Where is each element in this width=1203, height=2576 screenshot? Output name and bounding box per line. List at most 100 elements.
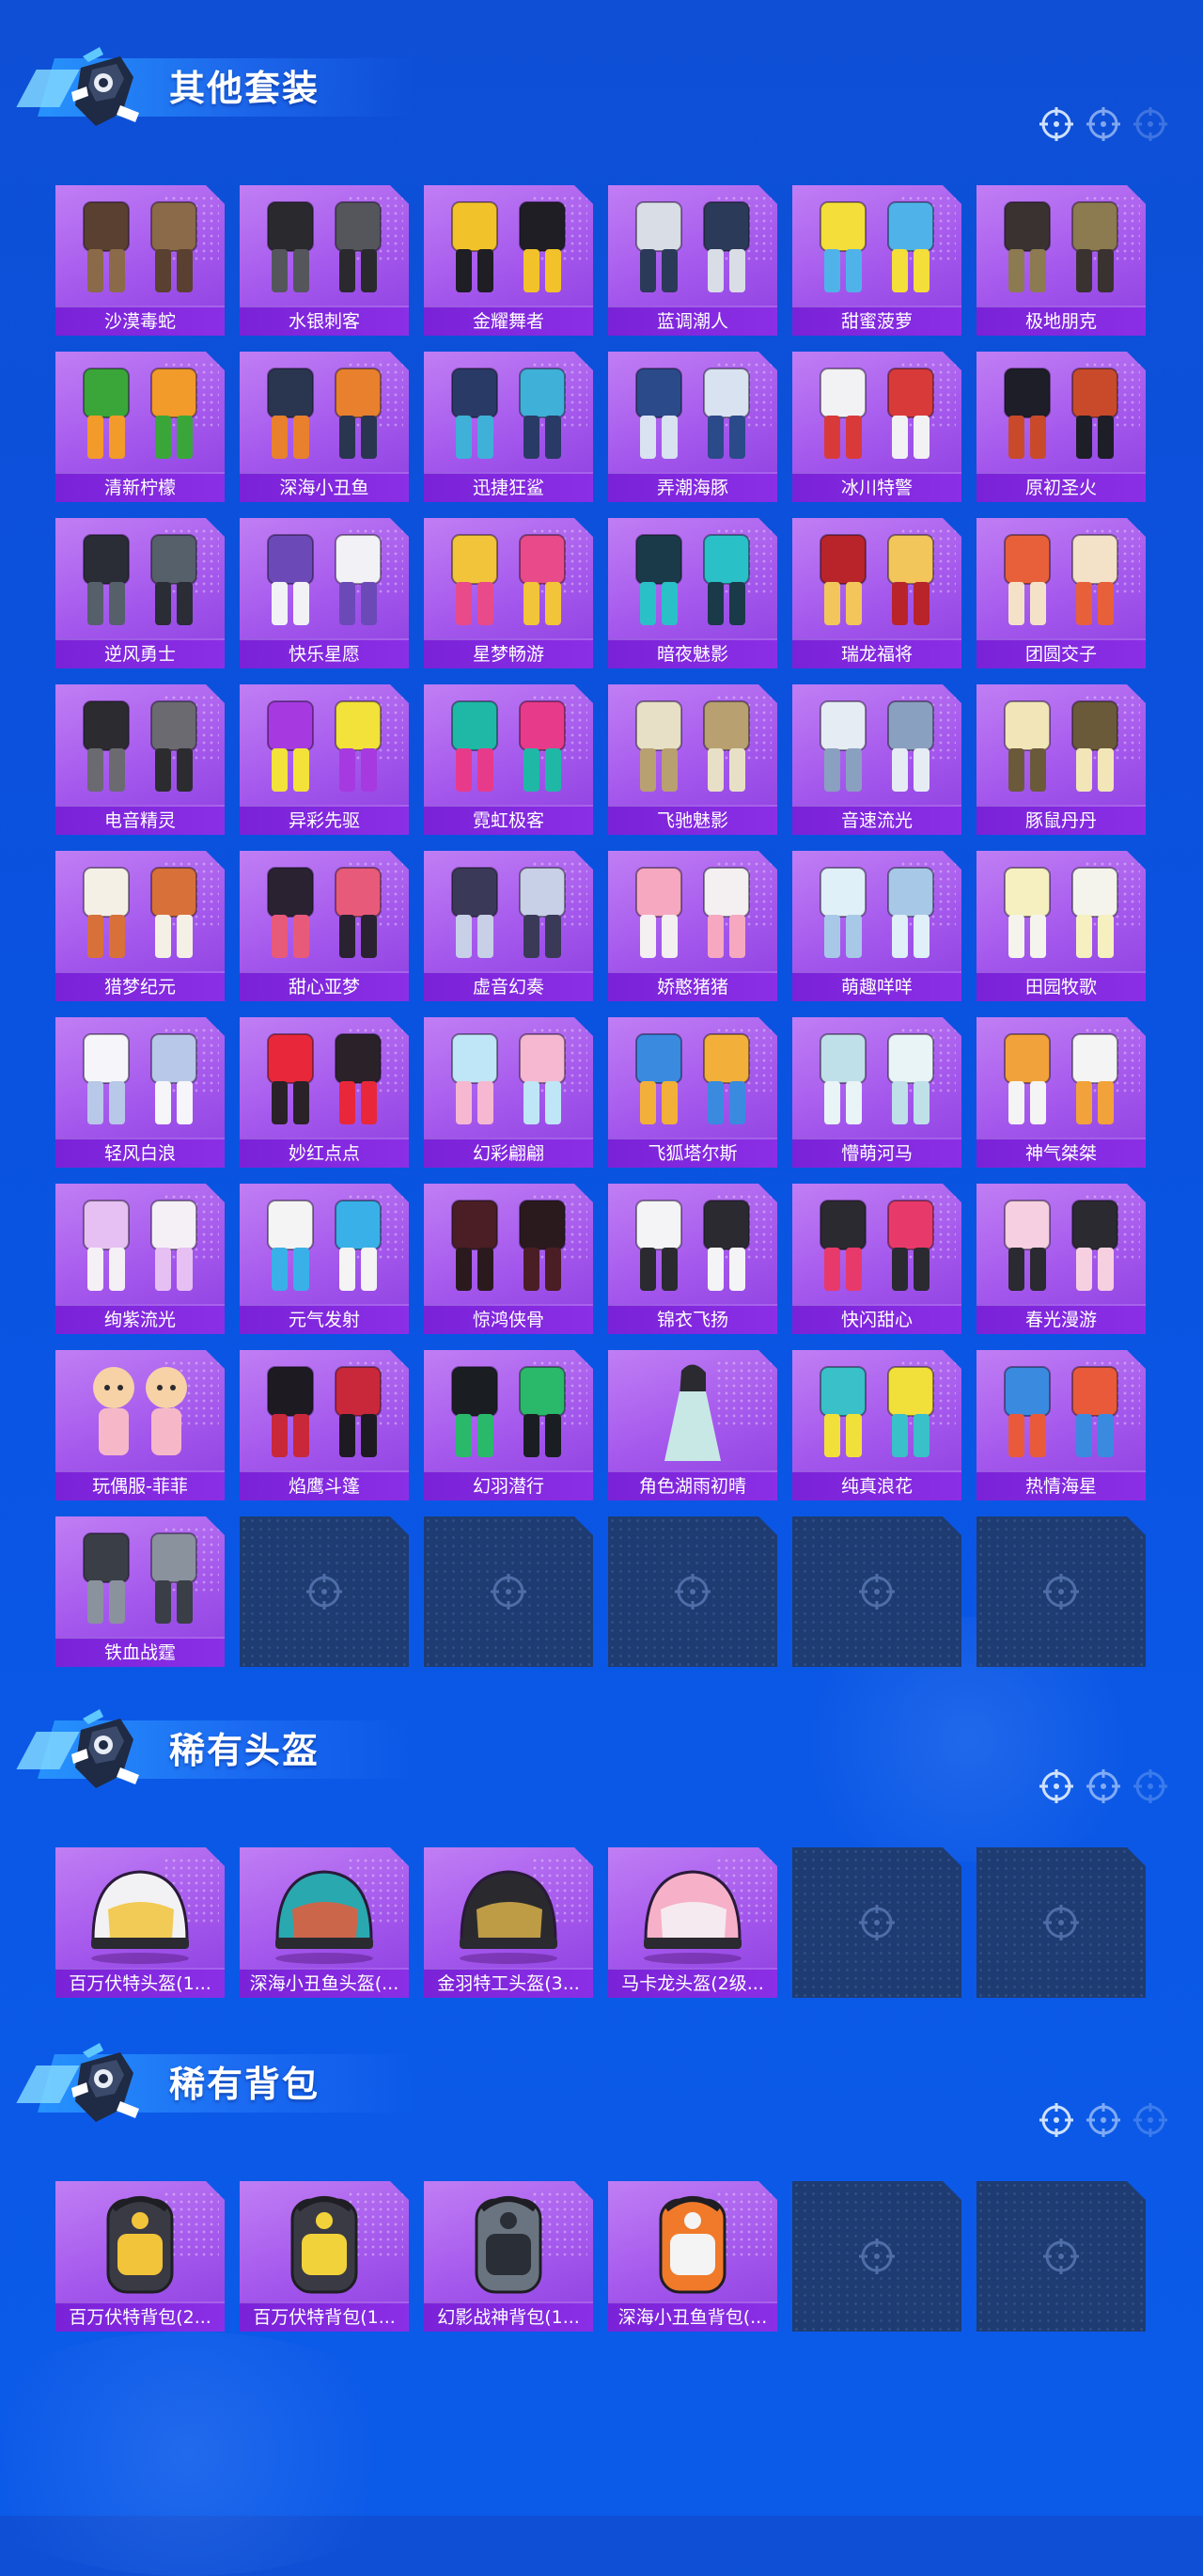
item-card[interactable]: 角色湖雨初晴 [608,1350,777,1500]
item-card[interactable]: 百万伏特背包(2... [55,2181,225,2332]
item-card[interactable]: 轻风白浪 [55,1017,225,1168]
item-card[interactable]: 懵萌河马 [792,1017,961,1168]
outfit-image [820,700,934,792]
outfit-image [1004,201,1118,292]
item-name: 音速流光 [792,805,961,835]
item-card[interactable]: 热情海星 [976,1350,1146,1500]
item-card[interactable]: 飞狐塔尔斯 [608,1017,777,1168]
section-title: 其他套装 [169,68,320,109]
outfit-image [83,700,197,792]
outfit-image [267,700,382,792]
item-card[interactable]: 元气发射 [240,1184,409,1334]
item-card[interactable]: 霓虹极客 [424,684,593,835]
outfit-image [83,1033,197,1124]
item-card[interactable]: 快闪甜心 [792,1184,961,1334]
item-card[interactable]: 极地朋克 [976,185,1146,336]
item-card[interactable]: 飞驰魅影 [608,684,777,835]
item-card[interactable]: 金羽特工头盔(3... [424,1847,593,1998]
item-card[interactable]: 迅捷狂鲨 [424,352,593,502]
item-name: 霓虹极客 [424,805,593,835]
crosshair-icon [1133,1769,1167,1803]
empty-slot [424,1516,593,1667]
item-name: 热情海星 [976,1470,1146,1500]
item-card[interactable]: 瑞龙福将 [792,518,961,668]
item-name: 深海小丑鱼头盔(... [240,1968,409,1998]
item-name: 弄潮海豚 [608,472,777,502]
item-name: 懵萌河马 [792,1138,961,1168]
item-card[interactable]: 星梦畅游 [424,518,593,668]
item-card[interactable]: 团圆交子 [976,518,1146,668]
item-name: 惊鸿侠骨 [424,1304,593,1334]
item-card[interactable]: 纯真浪花 [792,1350,961,1500]
item-card[interactable]: 铁血战霆 [55,1516,225,1667]
item-card[interactable]: 电音精灵 [55,684,225,835]
item-card[interactable]: 百万伏特头盔(1... [55,1847,225,1998]
item-name: 娇憨猪猪 [608,971,777,1001]
item-card[interactable]: 幻羽潜行 [424,1350,593,1500]
outfit-image [635,700,750,792]
empty-slot [792,1847,961,1998]
item-card[interactable]: 甜蜜菠萝 [792,185,961,336]
item-card[interactable]: 深海小丑鱼 [240,352,409,502]
item-card[interactable]: 逆风勇士 [55,518,225,668]
outfit-image [820,534,934,625]
item-card[interactable]: 音速流光 [792,684,961,835]
item-card[interactable]: 深海小丑鱼背包(... [608,2181,777,2332]
item-card[interactable]: 娇憨猪猪 [608,851,777,1001]
item-card[interactable]: 异彩先驱 [240,684,409,835]
item-card[interactable]: 春光漫游 [976,1184,1146,1334]
item-card[interactable]: 惊鸿侠骨 [424,1184,593,1334]
item-card[interactable]: 锦衣飞扬 [608,1184,777,1334]
section-title: 稀有头盔 [169,1730,320,1771]
crosshair-icon [1043,1905,1079,1940]
item-card[interactable]: 蓝调潮人 [608,185,777,336]
item-name: 蓝调潮人 [608,306,777,336]
crosshair-icon [675,1574,711,1610]
empty-slot [608,1516,777,1667]
outfit-image [267,1200,382,1291]
item-card[interactable]: 焰鹰斗篷 [240,1350,409,1500]
item-card[interactable]: 快乐星愿 [240,518,409,668]
outfit-image [820,1033,934,1124]
item-card[interactable]: 暗夜魅影 [608,518,777,668]
item-card[interactable]: 深海小丑鱼头盔(... [240,1847,409,1998]
item-name: 深海小丑鱼 [240,472,409,502]
empty-slot [792,1516,961,1667]
outfit-image [83,867,197,958]
item-card[interactable]: 虚音幻奏 [424,851,593,1001]
item-card[interactable]: 弄潮海豚 [608,352,777,502]
item-grid: 百万伏特头盔(1... 深海小丑鱼头盔(... 金羽特工头盔(3... 马卡龙头盔(2… [55,1847,1146,1998]
item-card[interactable]: 田园牧歌 [976,851,1146,1001]
item-card[interactable]: 绚紫流光 [55,1184,225,1334]
outfit-image [635,368,750,459]
section-header: 稀有头盔 [0,1673,1203,1803]
item-card[interactable]: 幻影战神背包(1... [424,2181,593,2332]
empty-slot [792,2181,961,2332]
item-card[interactable]: 清新柠檬 [55,352,225,502]
item-card[interactable]: 冰川特警 [792,352,961,502]
item-card[interactable]: 甜心亚梦 [240,851,409,1001]
empty-slot [976,1847,1146,1998]
item-card[interactable]: 沙漠毒蛇 [55,185,225,336]
item-name: 百万伏特背包(1... [240,2301,409,2332]
crosshair-icon [859,1905,895,1940]
item-card[interactable]: 水银刺客 [240,185,409,336]
outfit-image [267,867,382,958]
item-card[interactable]: 猎梦纪元 [55,851,225,1001]
item-name: 绚紫流光 [55,1304,225,1334]
crosshair-icon [1039,1769,1073,1803]
item-card[interactable]: 萌趣咩咩 [792,851,961,1001]
item-card[interactable]: 玩偶服-菲菲 [55,1350,225,1500]
item-card[interactable]: 原初圣火 [976,352,1146,502]
item-card[interactable]: 百万伏特背包(1... [240,2181,409,2332]
item-card[interactable]: 豚鼠丹丹 [976,684,1146,835]
item-card[interactable]: 幻彩翩翩 [424,1017,593,1168]
crosshair-icon [491,1574,526,1610]
item-card[interactable]: 金耀舞者 [424,185,593,336]
item-card[interactable]: 马卡龙头盔(2级... [608,1847,777,1998]
item-card[interactable]: 神气桀桀 [976,1017,1146,1168]
item-name: 迅捷狂鲨 [424,472,593,502]
item-name: 百万伏特背包(2... [55,2301,225,2332]
outfit-image [451,534,566,625]
item-card[interactable]: 妙红点点 [240,1017,409,1168]
